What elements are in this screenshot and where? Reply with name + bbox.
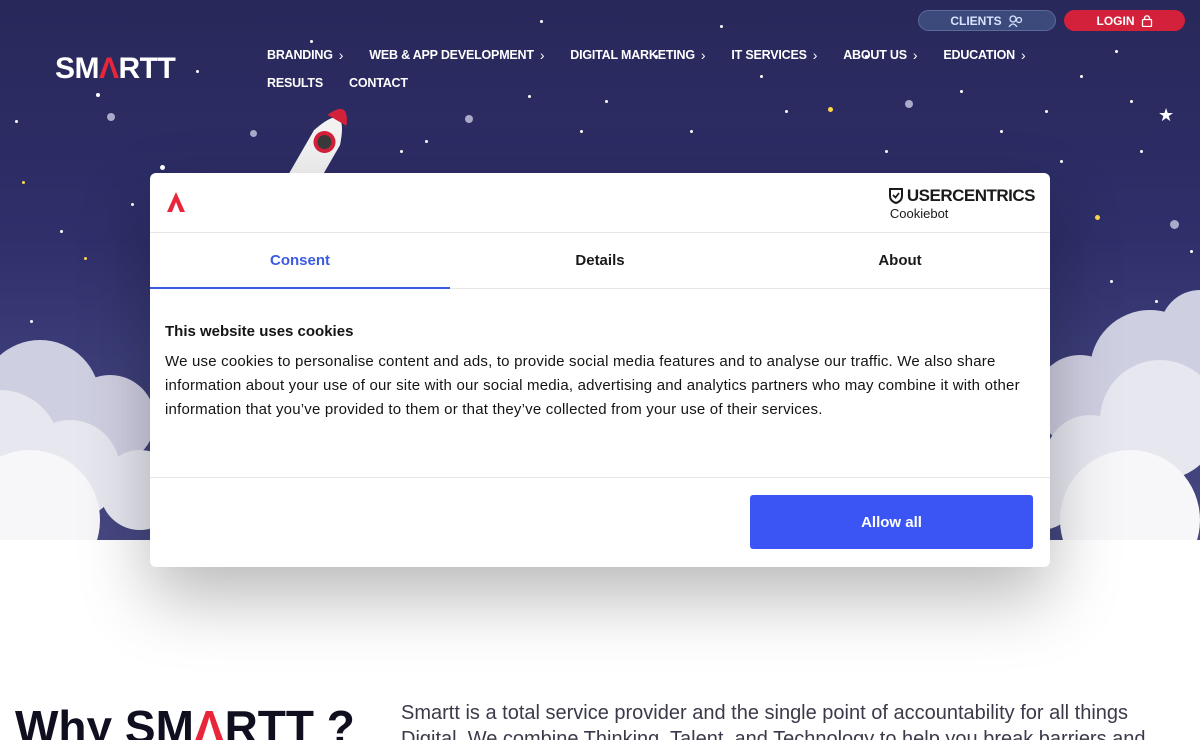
dialog-tabs: Consent Details About (150, 233, 1050, 289)
shield-icon (888, 188, 903, 204)
tab-consent[interactable]: Consent (150, 233, 450, 289)
lock-icon (1141, 15, 1152, 27)
dialog-footer: Allow all (150, 478, 1050, 566)
nav-item-results[interactable]: RESULTS (267, 76, 323, 90)
nav-item-branding[interactable]: BRANDING › (267, 47, 343, 63)
main-navigation: BRANDING › WEB & APP DEVELOPMENT › DIGITAL M… (267, 44, 1087, 90)
why-heading: Why SMΛRTT ? (15, 701, 355, 740)
provider-product: Cookiebot (889, 206, 949, 221)
login-label: LOGIN (1096, 13, 1135, 28)
dialog-body: This website uses cookies We use cookies… (150, 289, 1050, 478)
chevron-right-icon: › (539, 47, 545, 63)
allow-all-button[interactable]: Allow all (750, 495, 1033, 549)
nav-item-it-services[interactable]: IT SERVICES › (731, 47, 817, 63)
chevron-right-icon: › (1020, 47, 1026, 63)
chevron-right-icon: › (338, 47, 344, 63)
provider-name: USERCENTRICS (906, 186, 1036, 205)
dialog-description: We use cookies to personalise content an… (165, 353, 1020, 418)
clients-button[interactable]: CLIENTS (918, 10, 1056, 31)
chevron-right-icon: › (812, 47, 818, 63)
nav-item-label: BRANDING (267, 48, 333, 62)
nav-item-label: ABOUT US (843, 48, 907, 62)
login-button[interactable]: LOGIN (1064, 10, 1185, 31)
nav-item-web-app-development[interactable]: WEB & APP DEVELOPMENT › (369, 47, 544, 63)
nav-item-label: IT SERVICES (731, 48, 807, 62)
users-icon (1008, 14, 1022, 27)
nav-item-label: CONTACT (349, 76, 408, 90)
intro-paragraph: Smartt is a total service provider and t… (401, 702, 1146, 740)
nav-item-label: EDUCATION (943, 48, 1015, 62)
tab-about[interactable]: About (750, 233, 1050, 288)
site-brand-mark-icon (167, 192, 185, 212)
nav-item-education[interactable]: EDUCATION › (943, 47, 1025, 63)
rocket-illustration (289, 108, 347, 185)
clients-label: CLIENTS (950, 13, 1002, 28)
chevron-right-icon: › (912, 47, 918, 63)
dialog-title: This website uses cookies (165, 323, 354, 340)
nav-item-label: RESULTS (267, 76, 324, 90)
cookie-consent-dialog: USERCENTRICS Cookiebot Consent Details A… (150, 173, 1050, 567)
nav-item-digital-marketing[interactable]: DIGITAL MARKETING › (570, 47, 705, 63)
site-logo[interactable]: SMΛRTT (55, 52, 176, 86)
nav-item-about-us[interactable]: ABOUT US › (843, 47, 917, 63)
nav-item-label: DIGITAL MARKETING (570, 48, 695, 62)
usercentrics-logo[interactable]: USERCENTRICS Cookiebot (888, 186, 1036, 221)
dialog-header: USERCENTRICS Cookiebot (150, 173, 1050, 233)
chevron-right-icon: › (700, 47, 706, 63)
nav-item-contact[interactable]: CONTACT (349, 76, 408, 90)
nav-item-label: WEB & APP DEVELOPMENT (369, 48, 534, 62)
tab-details[interactable]: Details (450, 233, 750, 288)
